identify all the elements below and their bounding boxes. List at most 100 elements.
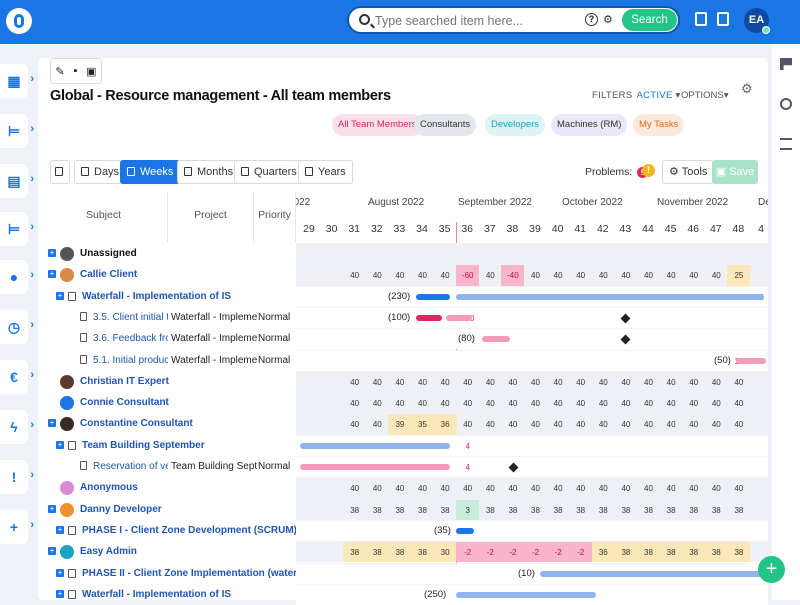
workload-cell[interactable]: 40 [682,372,705,392]
stopwatch-icon[interactable]: ◷ [0,310,34,344]
workload-cell[interactable]: 40 [569,478,592,498]
workload-cell[interactable]: 40 [637,265,660,285]
expand-toggle-icon[interactable]: + [56,440,64,449]
workload-cell[interactable]: 40 [569,414,592,434]
workload-cell[interactable]: 40 [614,393,637,413]
workload-cell[interactable]: -2 [456,542,480,563]
workload-cell[interactable]: 38 [637,500,660,520]
workload-cell[interactable]: 40 [569,393,592,413]
workload-cell[interactable]: 40 [366,393,389,413]
workload-cell[interactable]: 40 [479,265,502,285]
workload-cell[interactable]: 40 [343,372,366,392]
workload-cell[interactable]: 40 [434,372,457,392]
resource-row[interactable]: + Unassigned [40,243,296,264]
expand-toggle-icon[interactable]: + [48,270,56,279]
search-input[interactable] [375,12,575,30]
expand-toggle-icon[interactable]: + [56,291,64,300]
gantt-bar[interactable] [446,314,472,321]
workload-cell[interactable]: 40 [682,265,705,285]
workload-cell[interactable]: 40 [637,393,660,413]
workload-cell[interactable]: 40 [366,414,389,434]
resource-row[interactable]: 3.5. Client initial tesWaterfall - Imple… [40,307,296,328]
resource-row[interactable]: Connie Consultant [40,392,296,413]
workload-cell[interactable]: 40 [479,372,502,392]
expand-toggle-icon[interactable]: + [56,589,64,598]
resource-row[interactable]: + Easy Admin [40,541,296,562]
workload-cell[interactable]: 40 [660,265,683,285]
workload-cell[interactable]: 30 [433,542,457,563]
gantt-bar[interactable] [416,314,442,321]
column-project[interactable]: Project [168,192,254,242]
trash-icon[interactable]: ▪ [73,65,77,77]
workload-cell[interactable]: 38 [614,542,638,563]
dashboard-icon[interactable]: ▦ [0,64,34,98]
gantt-bar[interactable] [416,293,450,300]
milestone-diamond[interactable] [508,462,519,473]
resource-row[interactable]: Reservation of venuTeam Building SeptemN… [40,456,296,477]
workload-cell[interactable]: 40 [727,478,750,498]
workload-cell[interactable]: -2 [501,542,525,563]
lightning-icon[interactable]: ϟ [0,410,34,444]
row-subject[interactable]: PHASE I - Client Zone Development (SCRUM… [82,525,297,536]
alert-icon[interactable]: ! [0,460,34,494]
add-fab-button[interactable]: + [758,556,785,583]
workload-cell[interactable]: 40 [456,372,479,392]
workload-cell[interactable]: 38 [727,500,750,520]
workload-cell[interactable]: 40 [614,372,637,392]
workload-cell[interactable]: 40 [547,372,570,392]
workload-cell[interactable]: 38 [479,500,502,520]
workload-cell[interactable]: 40 [660,414,683,434]
workload-cell[interactable]: 40 [434,265,457,285]
workload-cell[interactable]: -40 [501,265,525,286]
today-button[interactable] [50,160,70,184]
plus-icon[interactable]: + [0,510,34,544]
row-subject[interactable]: Anonymous [80,482,138,493]
workload-cell[interactable]: 38 [660,500,683,520]
workload-cell[interactable]: 40 [682,393,705,413]
workload-cell[interactable]: 3 [456,499,480,520]
row-subject[interactable]: Unassigned [80,248,137,259]
workload-cell[interactable]: 40 [682,478,705,498]
resource-row[interactable]: + PHASE II - Client Zone Implementation (… [40,563,315,584]
row-subject[interactable]: PHASE II - Client Zone Implementation (w… [82,568,315,579]
workload-cell[interactable]: 38 [592,500,615,520]
workload-cell[interactable]: 40 [547,414,570,434]
workload-cell[interactable]: 40 [569,265,592,285]
workload-cell[interactable]: 40 [592,372,615,392]
row-subject[interactable]: 5.1. Initial productio [93,355,168,366]
resource-row[interactable]: + Waterfall - Implementation of IS [40,584,296,605]
workload-cell[interactable]: 40 [479,393,502,413]
workload-cell[interactable]: 40 [434,393,457,413]
workload-cell[interactable]: 40 [660,372,683,392]
workload-cell[interactable]: 40 [388,265,411,285]
workload-cell[interactable]: 38 [547,500,570,520]
gantt-bar[interactable] [456,293,764,300]
row-subject[interactable]: Waterfall - Implementation of IS [82,589,231,600]
workload-cell[interactable]: 40 [411,265,434,285]
filter-sliders-icon[interactable]: ⚙ [603,13,613,26]
view-quarters-button[interactable]: Quarters [234,160,304,184]
pill-my-tasks[interactable]: My Tasks [633,114,685,136]
gantt-bar[interactable] [300,442,450,449]
gear-icon[interactable]: ⚙ [741,81,753,97]
workload-cell[interactable]: 38 [365,542,389,563]
workload-cell[interactable]: 38 [727,542,751,563]
row-subject[interactable]: Constantine Consultant [80,418,193,429]
workload-cell[interactable]: 40 [705,393,728,413]
workload-cell[interactable]: 38 [637,542,660,563]
save-button[interactable]: ▣ Save [712,160,758,184]
user-search-icon[interactable] [780,98,792,110]
workload-cell[interactable]: 38 [388,542,412,563]
resource-row[interactable]: + Team Building September [40,435,296,456]
workload-cell[interactable]: 35 [411,414,434,435]
workload-cell[interactable]: 40 [366,265,389,285]
workload-cell[interactable]: 40 [456,478,479,498]
tree-icon[interactable]: ⊨ [0,212,34,246]
workload-cell[interactable]: 40 [637,372,660,392]
workload-cell[interactable]: 40 [388,393,411,413]
resource-row[interactable]: Christian IT Expert [40,371,296,392]
workload-cell[interactable]: 40 [614,414,637,434]
workload-cell[interactable]: 40 [388,478,411,498]
workload-cell[interactable]: 38 [411,542,434,563]
workload-cell[interactable]: 36 [591,542,615,563]
